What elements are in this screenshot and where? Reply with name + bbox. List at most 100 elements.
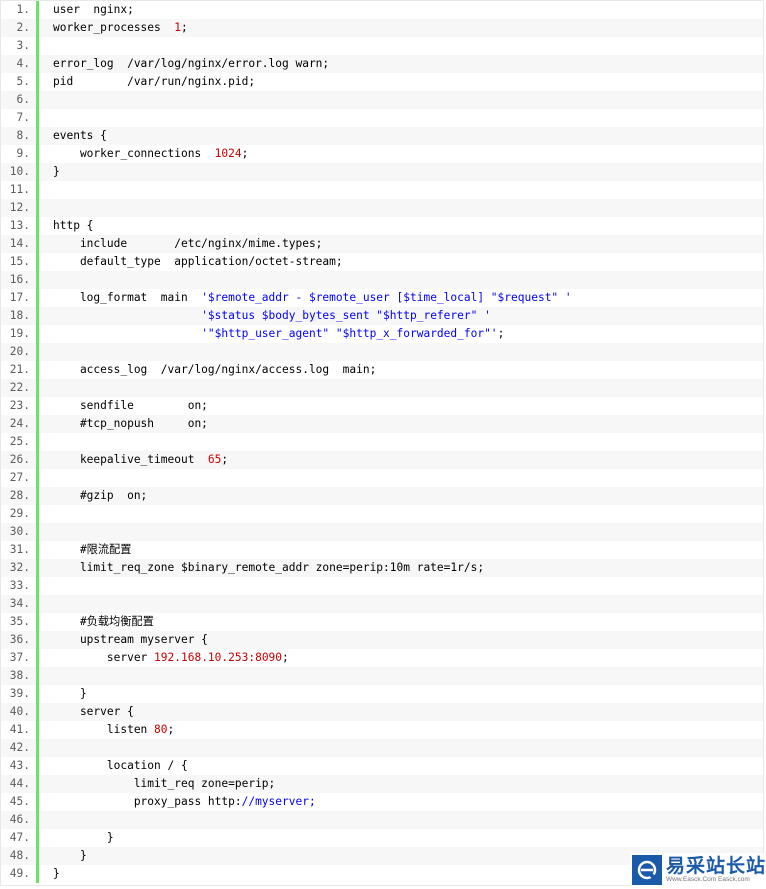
code-line: 42. <box>1 739 763 757</box>
line-number: 40. <box>1 703 39 721</box>
line-number: 12. <box>1 199 39 217</box>
code-token: http { <box>53 219 94 232</box>
code-token: } <box>53 687 87 700</box>
code-line: 12. <box>1 199 763 217</box>
line-number: 22. <box>1 379 39 397</box>
line-number: 7. <box>1 109 39 127</box>
line-number: 16. <box>1 271 39 289</box>
line-number: 24. <box>1 415 39 433</box>
line-number: 3. <box>1 37 39 55</box>
code-line: 9. worker_connections 1024; <box>1 145 763 163</box>
line-number: 48. <box>1 847 39 865</box>
code-line: 21. access_log /var/log/nginx/access.log… <box>1 361 763 379</box>
line-number: 47. <box>1 829 39 847</box>
code-token: access_log /var/log/nginx/access.log mai… <box>53 363 377 376</box>
code-text: http { <box>39 217 93 235</box>
code-line: 40. server { <box>1 703 763 721</box>
line-number: 14. <box>1 235 39 253</box>
code-line: 45. proxy_pass http://myserver; <box>1 793 763 811</box>
code-token: '$remote_addr - $remote_user [$time_loca… <box>201 291 572 304</box>
line-number: 25. <box>1 433 39 451</box>
code-token: ; <box>181 21 188 34</box>
code-line: 3. <box>1 37 763 55</box>
code-token: worker_processes <box>53 21 175 34</box>
line-number: 10. <box>1 163 39 181</box>
line-number: 34. <box>1 595 39 613</box>
line-number: 33. <box>1 577 39 595</box>
code-text: pid /var/run/nginx.pid; <box>39 73 255 91</box>
code-text: user nginx; <box>39 1 134 19</box>
line-number: 26. <box>1 451 39 469</box>
line-number: 42. <box>1 739 39 757</box>
code-token: ; <box>221 453 229 466</box>
code-line: 10.} <box>1 163 763 181</box>
code-text: log_format main '$remote_addr - $remote_… <box>39 289 572 307</box>
line-number: 27. <box>1 469 39 487</box>
line-number: 28. <box>1 487 39 505</box>
code-token: events { <box>53 129 107 142</box>
line-number: 39. <box>1 685 39 703</box>
code-token: } <box>53 849 87 862</box>
line-number: 17. <box>1 289 39 307</box>
code-text: proxy_pass http://myserver; <box>39 793 316 811</box>
code-line: 18. '$status $body_bytes_sent "$http_ref… <box>1 307 763 325</box>
code-text: include /etc/nginx/mime.types; <box>39 235 322 253</box>
code-text: } <box>39 685 87 703</box>
code-token: upstream myserver { <box>53 633 208 646</box>
code-token: #负载均衡配置 <box>53 615 154 628</box>
code-text: limit_req_zone $binary_remote_addr zone=… <box>39 559 484 577</box>
code-token: limit_req_zone $binary_remote_addr zone=… <box>53 561 485 574</box>
code-line: 30. <box>1 523 763 541</box>
code-text: server { <box>39 703 134 721</box>
watermark: 易采站长站 Www.Easck.Com Easck.com <box>630 853 766 887</box>
code-token: #限流配置 <box>53 543 132 556</box>
code-line: 2. worker_processes 1; <box>1 19 763 37</box>
code-token: ; <box>167 723 175 736</box>
code-line: 32. limit_req_zone $binary_remote_addr z… <box>1 559 763 577</box>
line-number: 15. <box>1 253 39 271</box>
line-number: 37. <box>1 649 39 667</box>
code-token: } <box>53 867 60 880</box>
code-text: #限流配置 <box>39 541 132 559</box>
code-line: 37. server 192.168.10.253:8090; <box>1 649 763 667</box>
code-text: } <box>39 847 87 865</box>
code-token: keepalive_timeout <box>53 453 208 466</box>
code-line: 31. #限流配置 <box>1 541 763 559</box>
code-text: #tcp_nopush on; <box>39 415 208 433</box>
line-number: 49. <box>1 865 39 883</box>
code-text: upstream myserver { <box>39 631 208 649</box>
code-token: #gzip on; <box>53 489 148 502</box>
code-line: 11. <box>1 181 763 199</box>
code-line: 39. } <box>1 685 763 703</box>
code-line: 16. <box>1 271 763 289</box>
code-token: include /etc/nginx/mime.types; <box>53 237 323 250</box>
line-number: 30. <box>1 523 39 541</box>
line-number: 19. <box>1 325 39 343</box>
line-number: 31. <box>1 541 39 559</box>
line-number: 1. <box>1 1 39 19</box>
line-number: 41. <box>1 721 39 739</box>
code-text: limit_req zone=perip; <box>39 775 275 793</box>
code-line: 25. <box>1 433 763 451</box>
code-line: 44. limit_req zone=perip; <box>1 775 763 793</box>
code-token: 1 <box>174 21 181 34</box>
code-line: 19. '"$http_user_agent" "$http_x_forward… <box>1 325 763 343</box>
code-line: 46. <box>1 811 763 829</box>
code-token: ; <box>497 327 505 340</box>
code-text: worker_connections 1024; <box>39 145 248 163</box>
code-text: } <box>39 163 60 181</box>
line-number: 13. <box>1 217 39 235</box>
code-line: 8. events { <box>1 127 763 145</box>
line-number: 35. <box>1 613 39 631</box>
